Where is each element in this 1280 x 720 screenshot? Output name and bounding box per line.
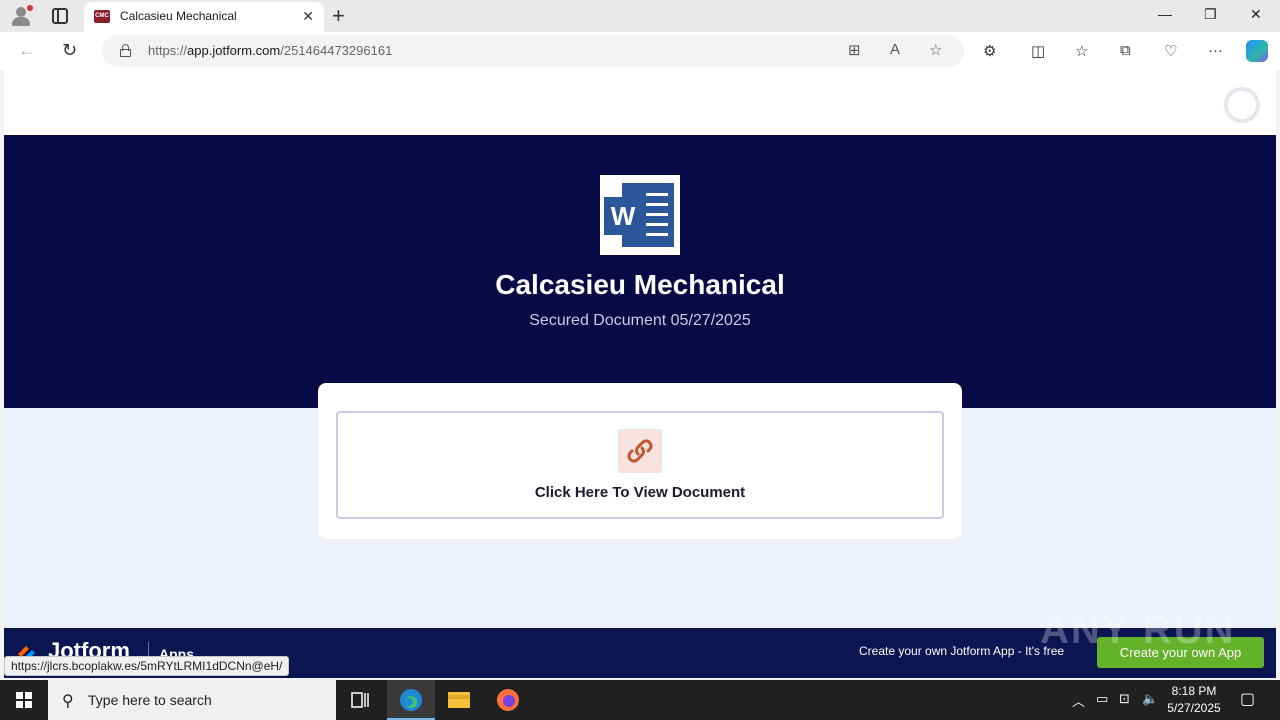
split-screen-icon[interactable]: ◫	[1031, 42, 1045, 60]
tab-active[interactable]: CMC Calcasieu Mechanical ✕	[84, 2, 324, 32]
tab-actions-icon[interactable]	[52, 8, 68, 24]
page-subtitle: Secured Document 05/27/2025	[529, 312, 751, 329]
tab-strip: CMC Calcasieu Mechanical ✕ + — ❐ ✕	[0, 0, 1280, 32]
page-title: Calcasieu Mechanical	[495, 269, 785, 300]
browser-toolbar: ← ↻ https://app.jotform.com/251464473296…	[0, 32, 1280, 70]
restore-icon[interactable]: ❐	[1204, 6, 1217, 23]
firefox-icon[interactable]	[484, 680, 532, 720]
document-card: Click Here To View Document	[318, 383, 962, 539]
tab-title: Calcasieu Mechanical	[120, 9, 237, 23]
back-icon[interactable]: ←	[18, 40, 36, 61]
browser-essentials-icon[interactable]: ♡	[1164, 42, 1177, 60]
file-explorer-icon[interactable]	[435, 680, 483, 720]
loading-spinner-icon	[1224, 87, 1260, 123]
edge-browser-icon[interactable]	[387, 680, 435, 720]
notifications-icon[interactable]: ▢	[1240, 689, 1255, 709]
word-document-icon: W	[600, 175, 680, 255]
more-menu-icon[interactable]: ···	[1208, 42, 1223, 59]
clock-time: 8:18 PM	[1171, 684, 1217, 698]
view-document-label[interactable]: Click Here To View Document	[338, 484, 942, 501]
page-header	[4, 70, 1276, 135]
hero-banner: W Calcasieu Mechanical Secured Document …	[4, 135, 1276, 408]
battery-icon[interactable]: ▭	[1096, 691, 1108, 707]
profile-icon[interactable]	[10, 5, 34, 27]
search-placeholder: Type here to search	[88, 692, 212, 708]
volume-icon[interactable]: 🔈	[1142, 691, 1158, 707]
taskbar: ⚲ Type here to search ︿ ▭ ⊡ 🔈 8:18 PM 5/…	[0, 680, 1280, 720]
view-document-link[interactable]: Click Here To View Document	[336, 411, 944, 519]
favorites-icon[interactable]: ☆	[1075, 42, 1088, 60]
refresh-icon[interactable]: ↻	[62, 40, 77, 61]
taskbar-search[interactable]: ⚲ Type here to search	[48, 680, 336, 720]
close-window-icon[interactable]: ✕	[1250, 6, 1262, 23]
show-hidden-icons-icon[interactable]: ︿	[1072, 691, 1085, 710]
windows-start-icon[interactable]	[16, 692, 32, 708]
anyrun-watermark: ANY RUN	[1040, 608, 1236, 652]
app-available-icon[interactable]: ⊞	[848, 41, 861, 59]
lock-icon[interactable]	[120, 44, 131, 57]
favorite-star-icon[interactable]: ☆	[929, 41, 942, 59]
copilot-icon[interactable]	[1246, 40, 1268, 62]
system-clock[interactable]: 8:18 PM 5/27/2025	[1160, 683, 1228, 717]
collections-icon[interactable]: ⧉	[1120, 42, 1131, 59]
clock-date: 5/27/2025	[1167, 701, 1221, 715]
extensions-icon[interactable]: ⚙	[983, 42, 996, 60]
close-tab-icon[interactable]: ✕	[302, 8, 314, 25]
web-page: W Calcasieu Mechanical Secured Document …	[4, 70, 1276, 678]
address-bar[interactable]: https://app.jotform.com/251464473296161 …	[102, 35, 964, 67]
favicon-icon: CMC	[94, 10, 110, 23]
link-status-tooltip: https://jlcrs.bcoplakw.es/5mRYtLRMI1dDCN…	[4, 656, 290, 676]
link-icon[interactable]	[618, 429, 662, 473]
promo-text: Create your own Jotform App - It's free	[859, 644, 1065, 658]
read-aloud-icon[interactable]: A	[890, 41, 900, 58]
minimize-icon[interactable]: —	[1158, 6, 1172, 22]
search-icon: ⚲	[62, 693, 74, 710]
network-icon[interactable]: ⊡	[1119, 691, 1130, 707]
new-tab-icon[interactable]: +	[332, 3, 345, 29]
task-view-icon[interactable]	[336, 680, 384, 720]
url-text[interactable]: https://app.jotform.com/251464473296161	[148, 43, 392, 58]
